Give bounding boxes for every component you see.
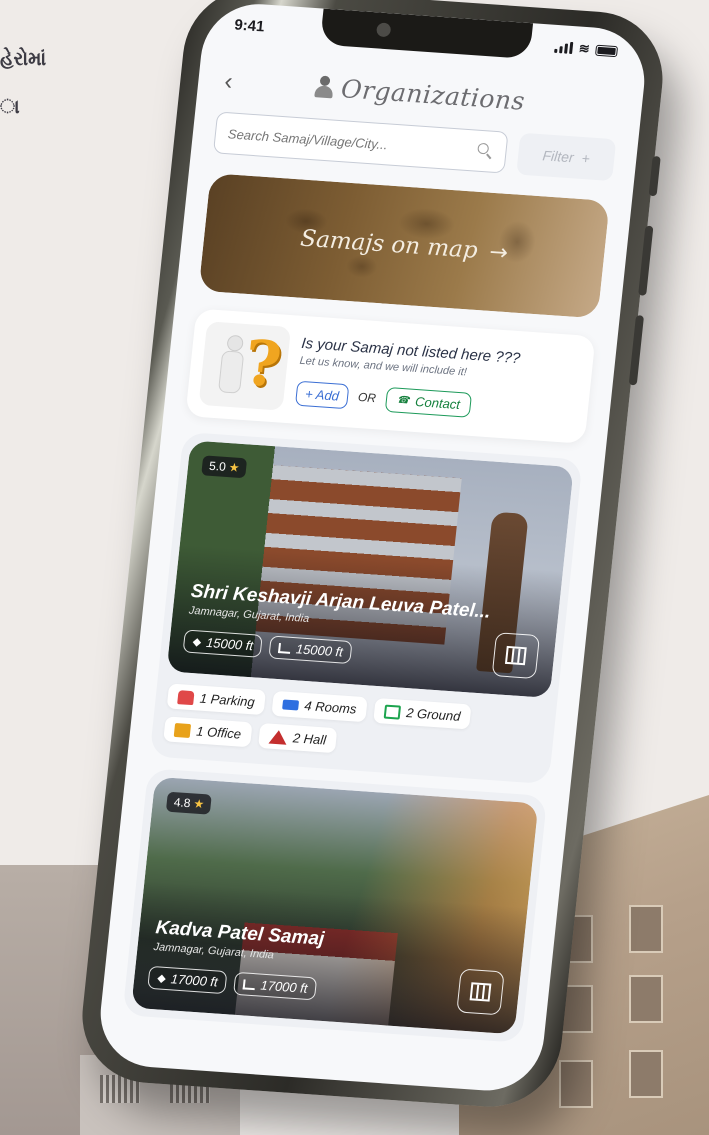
layers-icon: ◆ [156, 971, 167, 985]
built-area-value: 17000 ft [170, 971, 219, 990]
wifi-icon: ≋ [578, 40, 591, 57]
area-icon [243, 978, 257, 990]
background-window [629, 905, 663, 953]
background-text-line-2: ા [0, 96, 20, 118]
rating-badge: 4.8 ★ [165, 791, 213, 815]
plot-area-value: 17000 ft [259, 977, 309, 996]
samaj-card-image[interactable]: 5.0 ★ Shri Keshavji Arjan Leuva Patel...… [166, 440, 574, 699]
samaj-not-listed-card: ? Is your Samaj not listed here ??? Let … [185, 308, 596, 444]
signal-icon [554, 41, 574, 55]
add-button[interactable]: + Add [294, 380, 350, 409]
search-input[interactable] [227, 125, 479, 159]
question-mark-illustration: ? [198, 321, 292, 411]
star-icon: ★ [192, 796, 205, 812]
bed-icon [282, 698, 300, 711]
layers-icon: ◆ [192, 635, 202, 649]
map-banner-label: Samajs on map [299, 225, 479, 264]
area-chips: ◆ 15000 ft 15000 ft [182, 629, 354, 665]
status-icons: ≋ [554, 39, 619, 59]
amenity-rooms: 4 Rooms [271, 690, 368, 723]
arrow-right-icon: → [488, 239, 510, 266]
plus-icon: + [580, 150, 591, 167]
map-icon [504, 645, 527, 666]
built-area-chip: ◆ 15000 ft [182, 629, 264, 658]
area-chips: ◆ 17000 ft 17000 ft [147, 965, 318, 1001]
hall-icon [268, 729, 288, 745]
not-listed-text: Is your Samaj not listed here ??? Let us… [294, 334, 582, 424]
filter-label: Filter [541, 147, 575, 166]
background-text: હેરોમાં ા [0, 38, 46, 128]
or-separator: OR [357, 389, 377, 406]
background-text-line-1: હેરોમાં [0, 48, 47, 70]
battery-icon [595, 44, 619, 57]
amenity-label: 2 Hall [292, 730, 327, 748]
background-window [629, 975, 663, 1023]
status-time: 9:41 [233, 15, 266, 35]
organization-icon [314, 75, 334, 99]
view-on-map-button[interactable] [491, 632, 541, 680]
amenity-label: 4 Rooms [303, 698, 358, 717]
amenity-hall: 2 Hall [257, 722, 338, 754]
amenity-label: 1 Office [195, 723, 242, 742]
map-banner-label-group: Samajs on map → [299, 226, 509, 266]
amenity-label: 1 Parking [199, 690, 256, 710]
samaj-card: 5.0 ★ Shri Keshavji Arjan Leuva Patel...… [149, 431, 583, 785]
plot-area-value: 15000 ft [295, 641, 344, 660]
contact-label: Contact [414, 393, 461, 412]
camera-lens [375, 22, 392, 38]
ground-icon [383, 704, 402, 720]
samajs-on-map-banner[interactable]: Samajs on map → [198, 173, 610, 319]
amenity-ground: 2 Ground [373, 697, 472, 730]
office-icon [173, 722, 192, 738]
car-icon [177, 689, 195, 705]
built-area-chip: ◆ 17000 ft [147, 965, 228, 995]
rating-value: 5.0 [208, 458, 227, 474]
area-icon [278, 642, 292, 654]
map-icon [469, 982, 492, 1002]
rating-value: 4.8 [173, 795, 192, 811]
background-window [629, 1050, 663, 1098]
samaj-card: 4.8 ★ Kadva Patel Samaj Jamnagar, Gujara… [122, 768, 548, 1043]
chevron-left-icon: ‹ [223, 67, 234, 96]
phone-icon: ☎ [396, 394, 410, 407]
amenity-label: 2 Ground [405, 705, 462, 724]
plot-area-chip: 17000 ft [233, 971, 318, 1001]
star-icon: ★ [228, 460, 241, 475]
rating-badge: 5.0 ★ [201, 455, 248, 479]
page-title: Organizations [339, 73, 527, 116]
filter-button[interactable]: Filter + [516, 132, 617, 182]
back-button[interactable]: ‹ [223, 68, 234, 96]
search-icon[interactable] [477, 142, 495, 160]
page-title-group: Organizations [314, 72, 527, 116]
samaj-card-image[interactable]: 4.8 ★ Kadva Patel Samaj Jamnagar, Gujara… [131, 776, 539, 1035]
built-area-value: 15000 ft [205, 634, 254, 654]
amenity-parking: 1 Parking [166, 683, 266, 716]
plot-area-chip: 15000 ft [268, 635, 354, 665]
search-box [212, 111, 509, 174]
background-window [559, 1060, 593, 1108]
amenity-office: 1 Office [163, 716, 253, 748]
view-on-map-button[interactable] [456, 968, 505, 1016]
contact-button[interactable]: ☎ Contact [384, 386, 473, 418]
not-listed-actions: + Add OR ☎ Contact [294, 380, 577, 424]
